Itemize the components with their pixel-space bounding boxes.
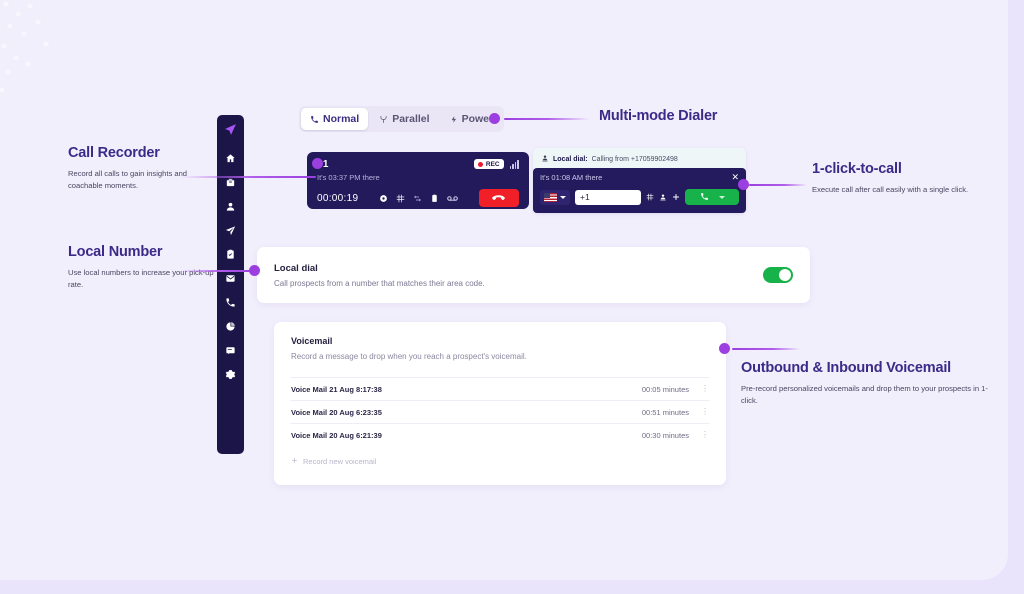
tab-normal-label: Normal	[323, 113, 360, 125]
voicemail-duration: 00:30 minutes	[641, 430, 689, 440]
ctc-local-time: It's 01:08 AM there	[540, 173, 603, 182]
person-icon[interactable]	[659, 188, 667, 206]
sidebar-item-analytics[interactable]	[217, 314, 244, 338]
voicemail-icon[interactable]	[447, 194, 458, 203]
branch-icon	[379, 115, 388, 124]
voicemail-name: Voice Mail 21 Aug 8:17:38	[291, 384, 382, 394]
notes-icon[interactable]	[430, 194, 439, 203]
sidebar-item-tasks[interactable]	[217, 242, 244, 266]
kebab-menu-icon[interactable]: ⋮	[701, 385, 709, 393]
connector-dot-multi-mode	[489, 113, 500, 124]
sidebar-item-sequences[interactable]	[217, 218, 244, 242]
keypad-icon[interactable]	[396, 194, 405, 203]
record-dot-icon	[477, 161, 483, 167]
country-select[interactable]	[540, 189, 570, 205]
list-item[interactable]: Voice Mail 21 Aug 8:17:38 00:05 minutes …	[291, 377, 709, 400]
record-new-voicemail-label: Record new voicemail	[303, 457, 377, 466]
sidebar-item-home[interactable]	[217, 146, 244, 170]
connector-line-voicemail	[732, 348, 800, 350]
connector-dot-voicemail	[719, 343, 730, 354]
call-timer: 00:00:19	[317, 192, 359, 204]
us-flag-icon	[544, 192, 557, 202]
paper-plane-logo-icon[interactable]	[224, 123, 237, 136]
ctc-header-label: Local dial:	[553, 155, 588, 163]
chevron-down-icon	[560, 195, 566, 199]
hangup-button[interactable]	[478, 189, 519, 207]
voicemail-card: Voicemail Record a message to drop when …	[274, 322, 726, 485]
screenshot-root: Normal Parallel Power +1 It's 03:37 PM t…	[0, 0, 1024, 594]
kebab-menu-icon[interactable]: ⋮	[701, 408, 709, 416]
voicemail-name: Voice Mail 20 Aug 6:21:39	[291, 430, 382, 440]
annotation-local-number: Local Number Use local numbers to increa…	[68, 244, 218, 291]
record-new-voicemail-button[interactable]: Record new voicemail	[291, 457, 709, 466]
app-sidebar	[217, 115, 244, 454]
chevron-down-icon[interactable]	[718, 195, 725, 199]
keypad-icon[interactable]	[646, 188, 654, 206]
annotation-title: Outbound & Inbound Voicemail	[741, 360, 952, 376]
local-dial-card: Local dial Call prospects from a number …	[257, 247, 810, 303]
bolt-icon	[450, 115, 458, 124]
phone-icon	[700, 188, 709, 206]
annotation-title: Call Recorder	[68, 145, 160, 161]
connector-dot-call-recorder	[312, 158, 323, 169]
annotation-outbound-inbound-voicemail: Outbound & Inbound Voicemail Pre-record …	[741, 360, 991, 407]
annotation-description: Execute call after call easily with a si…	[812, 185, 969, 194]
connector-line-multi-mode	[504, 118, 590, 120]
annotation-one-click-to-call: 1-click-to-call Execute call after call …	[812, 161, 992, 196]
call-recorder-widget: +1 It's 03:37 PM there REC 00:00:19	[307, 152, 529, 209]
annotation-multi-mode-dialer: Multi-mode Dialer	[599, 108, 799, 124]
voicemail-duration: 00:51 minutes	[641, 407, 689, 417]
tab-parallel-label: Parallel	[392, 113, 430, 125]
sidebar-item-calls[interactable]	[217, 290, 244, 314]
local-dial-title: Local dial	[274, 262, 318, 274]
voicemail-list: Voice Mail 21 Aug 8:17:38 00:05 minutes …	[291, 377, 709, 446]
plus-icon[interactable]	[672, 188, 680, 206]
connector-line-local-number	[180, 270, 254, 272]
rec-badge: REC	[473, 159, 504, 169]
voicemail-title: Voicemail	[291, 336, 333, 346]
corner-texture-decoration	[0, 0, 90, 110]
call-local-time: It's 03:37 PM there	[317, 173, 380, 182]
sidebar-item-settings[interactable]	[217, 362, 244, 386]
phone-number-input[interactable]: +1	[575, 189, 641, 205]
connector-line-one-click	[749, 184, 807, 186]
voicemail-duration: 00:05 minutes	[641, 384, 689, 394]
annotation-call-recorder: Call Recorder Record all calls to gain i…	[68, 145, 218, 192]
local-dial-toggle[interactable]	[763, 267, 793, 283]
annotation-title: Local Number	[68, 244, 163, 260]
mute-circle-icon[interactable]	[379, 194, 388, 203]
voicemail-name: Voice Mail 20 Aug 6:23:35	[291, 407, 382, 417]
annotation-description: Pre-record personalized voicemails and d…	[741, 384, 988, 405]
sidebar-item-contacts[interactable]	[217, 194, 244, 218]
list-item[interactable]: Voice Mail 20 Aug 6:21:39 00:30 minutes …	[291, 423, 709, 446]
plus-icon	[291, 457, 298, 466]
kebab-menu-icon[interactable]: ⋮	[701, 431, 709, 439]
phone-icon	[310, 115, 319, 124]
connector-line-call-recorder	[180, 176, 316, 178]
annotation-title: Multi-mode Dialer	[599, 108, 718, 124]
list-item[interactable]: Voice Mail 20 Aug 6:23:35 00:51 minutes …	[291, 400, 709, 423]
tab-parallel[interactable]: Parallel	[370, 108, 438, 130]
voicemail-subtitle: Record a message to drop when you reach …	[291, 352, 527, 361]
connector-dot-local-number	[249, 265, 260, 276]
local-dial-subtitle: Call prospects from a number that matche…	[274, 278, 485, 288]
mode-dialer-tabs: Normal Parallel Power	[299, 106, 505, 132]
call-button[interactable]	[685, 189, 739, 205]
person-pin-icon	[541, 154, 549, 164]
toggle-knob	[779, 269, 791, 281]
ctc-header-value: Calling from +17059902498	[591, 155, 678, 163]
rec-badge-label: REC	[485, 160, 500, 168]
click-to-call-widget: Local dial: Calling from +17059902498 It…	[533, 148, 746, 213]
sidebar-item-inbox[interactable]	[217, 170, 244, 194]
connector-dot-one-click	[738, 179, 749, 190]
signal-bars-icon	[509, 159, 519, 169]
hangup-phone-icon	[492, 189, 506, 207]
call-number: +1	[317, 159, 380, 170]
annotation-description: Record all calls to gain insights and co…	[68, 169, 188, 190]
sidebar-item-messages[interactable]	[217, 338, 244, 362]
transfer-icon[interactable]	[413, 194, 422, 203]
annotation-title: 1-click-to-call	[812, 161, 902, 177]
tab-normal[interactable]: Normal	[301, 108, 369, 130]
